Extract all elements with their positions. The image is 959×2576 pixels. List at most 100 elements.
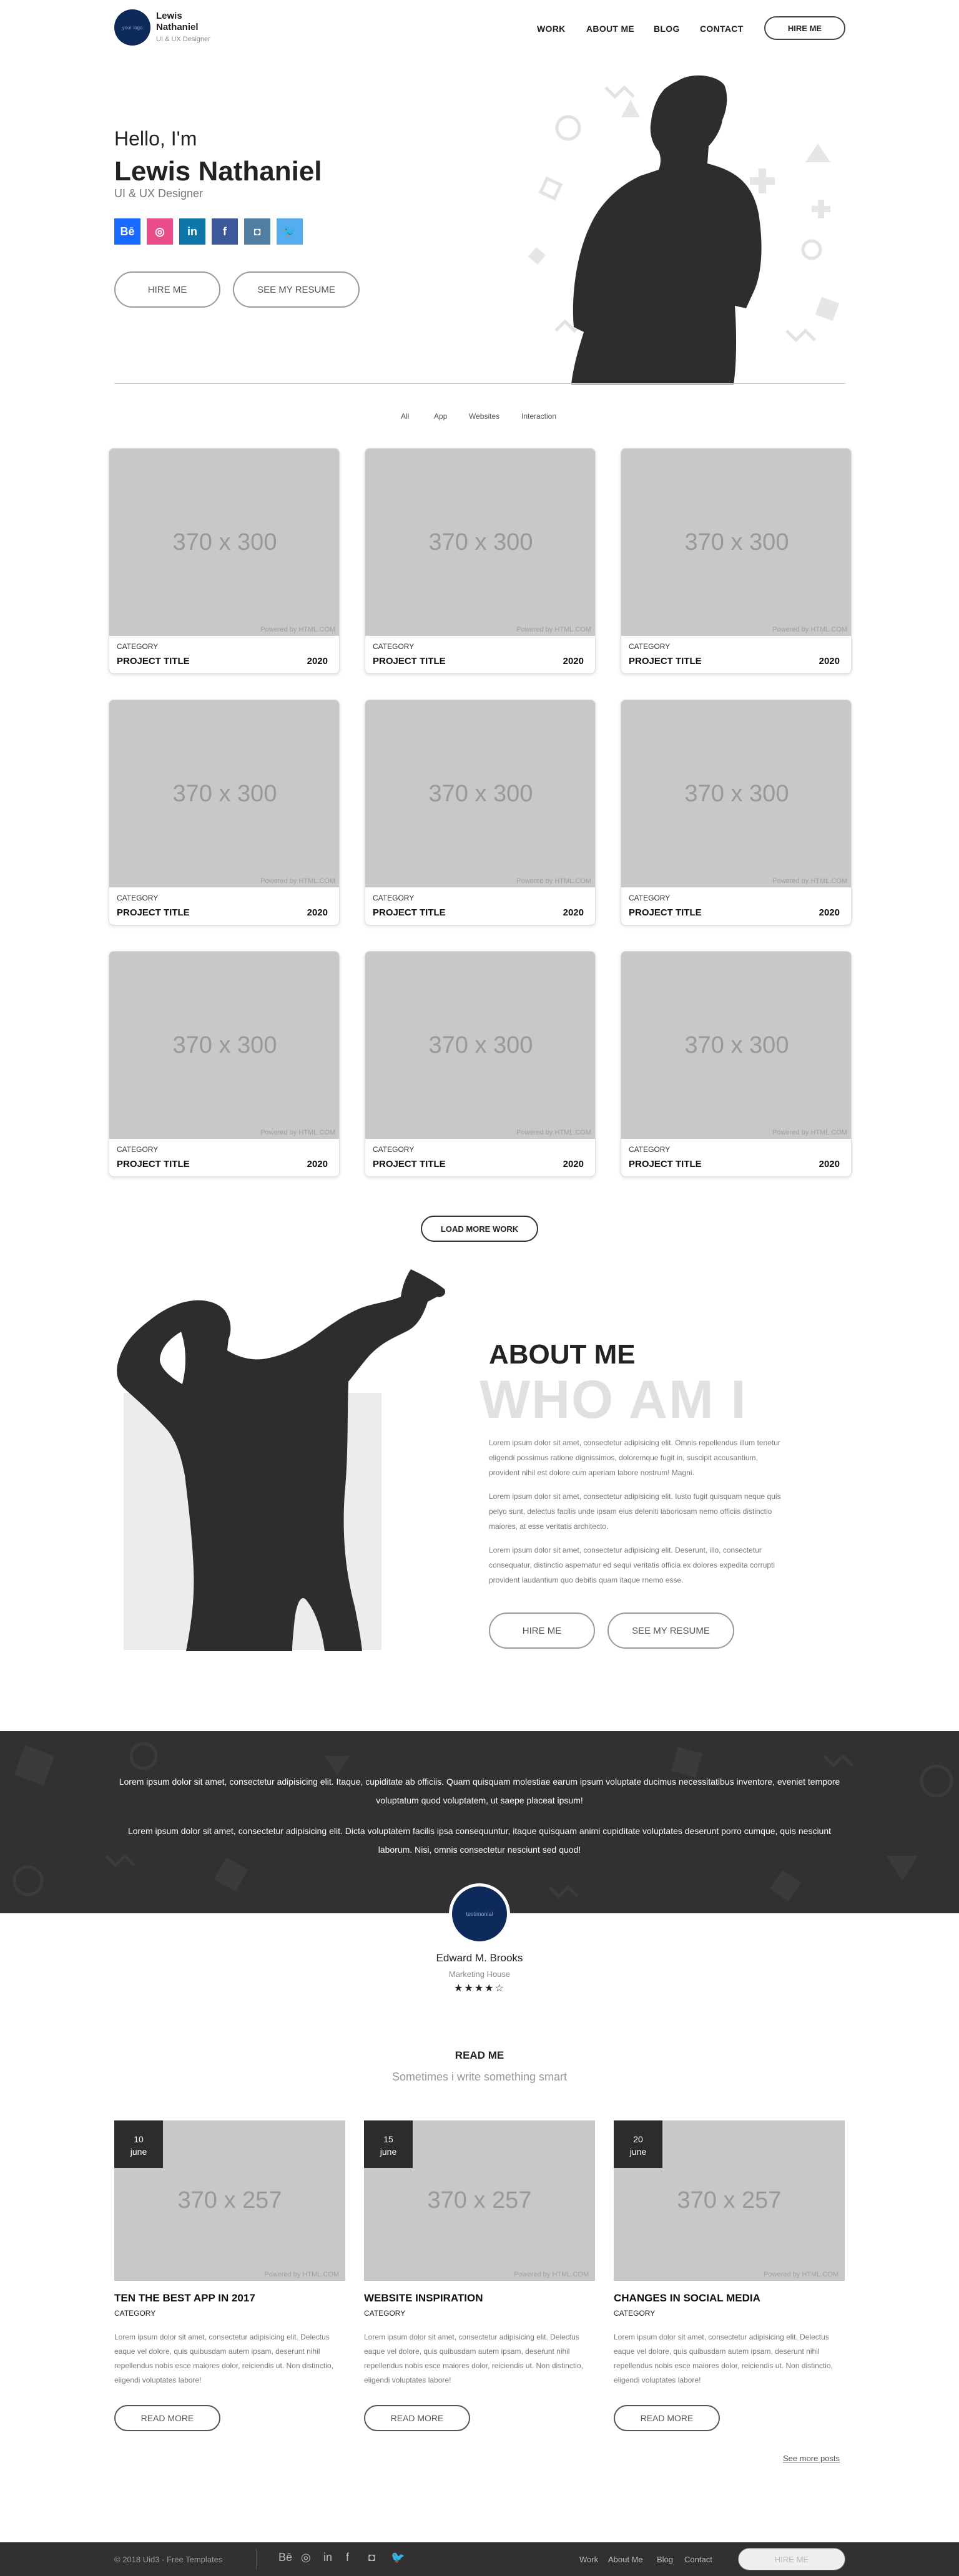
- dribbble-icon[interactable]: ◎: [301, 2551, 311, 2564]
- testimonial-quote: Lorem ipsum dolor sit amet, consectetur …: [127, 1826, 832, 1855]
- filter-interaction[interactable]: Interaction: [521, 412, 556, 421]
- project-category: CATEGORY: [373, 642, 415, 651]
- project-year: 2020: [307, 907, 328, 918]
- project-thumbnail: 370 x 300 Powered by HTML.COM: [365, 449, 595, 636]
- hero-role: UI & UX Designer: [114, 187, 204, 200]
- project-category: CATEGORY: [117, 642, 159, 651]
- filter-all[interactable]: All: [401, 412, 409, 421]
- project-category: CATEGORY: [373, 1145, 415, 1154]
- project-card[interactable]: 370 x 300 Powered by HTML.COM CATEGORY PROJ…: [365, 951, 596, 1177]
- blog-subtitle: Sometimes i write something smart: [391, 2071, 568, 2083]
- powered-by-watermark: Powered by HTML.COM: [260, 626, 335, 633]
- testimonial-author: Edward M. Brooks: [436, 1952, 523, 1964]
- placeholder-dimensions: 370 x 300: [428, 529, 533, 555]
- placeholder-dimensions: 370 x 300: [172, 1032, 277, 1058]
- testimonial-quote: Lorem ipsum dolor sit amet, consectetur …: [119, 1777, 840, 1805]
- nav-contact[interactable]: CONTACT: [700, 24, 744, 34]
- placeholder-dimensions: 370 x 300: [172, 780, 277, 807]
- instagram-icon[interactable]: ◘: [368, 2551, 375, 2564]
- powered-by-watermark: Powered by HTML.COM: [264, 2271, 339, 2278]
- project-card[interactable]: 370 x 300 Powered by HTML.COM CATEGORY PROJ…: [621, 700, 852, 925]
- project-title: PROJECT TITLE: [117, 907, 190, 918]
- project-category: CATEGORY: [629, 642, 671, 651]
- logo[interactable]: your logo: [114, 9, 150, 46]
- post-category: CATEGORY: [364, 2309, 406, 2318]
- blog-title: READ ME: [455, 2049, 504, 2061]
- linkedin-icon[interactable]: in: [179, 218, 205, 245]
- hero-name: Lewis Nathaniel: [114, 156, 322, 187]
- project-year: 2020: [563, 907, 584, 918]
- about-watermark: WHO AM I: [480, 1370, 747, 1430]
- logo-text: your logo: [122, 24, 143, 31]
- behance-icon[interactable]: Bē: [114, 218, 140, 245]
- placeholder-dimensions: 370 x 300: [172, 529, 277, 555]
- read-more-button[interactable]: READ MORE: [114, 2405, 220, 2431]
- project-card[interactable]: 370 x 300 Powered by HTML.COM CATEGORY PROJ…: [621, 951, 852, 1177]
- blog-post-card: 370 x 257 Powered by HTML.COM 20 june CHANGE…: [614, 2120, 845, 2432]
- facebook-icon[interactable]: f: [346, 2551, 349, 2564]
- project-year: 2020: [563, 656, 584, 666]
- facebook-icon[interactable]: f: [212, 218, 238, 245]
- project-thumbnail: 370 x 300 Powered by HTML.COM: [621, 449, 851, 636]
- post-excerpt: Lorem ipsum dolor sit amet, consectetur …: [114, 2333, 333, 2384]
- nav-about[interactable]: ABOUT ME: [586, 24, 634, 34]
- linkedin-icon[interactable]: in: [323, 2551, 332, 2564]
- blog-thumbnail[interactable]: 370 x 257 Powered by HTML.COM 15 june: [364, 2120, 595, 2281]
- rating-stars: ★★★★☆: [454, 1983, 505, 1994]
- project-thumbnail: 370 x 300 Powered by HTML.COM: [365, 700, 595, 887]
- see-more-posts-link[interactable]: See more posts: [783, 2454, 840, 2463]
- footer-link-about[interactable]: About Me: [608, 2555, 643, 2564]
- testimonial-company: Marketing House: [448, 1969, 511, 1979]
- placeholder-dimensions: 370 x 300: [684, 780, 789, 807]
- project-card[interactable]: 370 x 300 Powered by HTML.COM CATEGORY PROJ…: [621, 448, 852, 674]
- filter-websites[interactable]: Websites: [469, 412, 499, 421]
- hero-hire-button[interactable]: HIRE ME: [114, 271, 220, 308]
- project-title: PROJECT TITLE: [117, 656, 190, 666]
- post-excerpt: Lorem ipsum dolor sit amet, consectetur …: [364, 2333, 583, 2384]
- footer-link-contact[interactable]: Contact: [684, 2555, 712, 2564]
- blog-thumbnail[interactable]: 370 x 257 Powered by HTML.COM 20 june: [614, 2120, 845, 2281]
- footer-link-blog[interactable]: Blog: [657, 2555, 673, 2564]
- dribbble-icon[interactable]: ◎: [147, 218, 173, 245]
- project-category: CATEGORY: [117, 894, 159, 902]
- about-resume-button[interactable]: SEE MY RESUME: [607, 1612, 734, 1649]
- post-category: CATEGORY: [114, 2309, 156, 2318]
- hero-resume-button[interactable]: SEE MY RESUME: [233, 271, 360, 308]
- post-title[interactable]: CHANGES IN SOCIAL MEDIA: [614, 2292, 760, 2305]
- footer-link-work[interactable]: Work: [579, 2555, 598, 2564]
- post-title[interactable]: TEN THE BEST APP IN 2017: [114, 2292, 255, 2305]
- post-category: CATEGORY: [614, 2309, 656, 2318]
- twitter-icon[interactable]: 🐦: [277, 218, 303, 245]
- placeholder-dimensions: 370 x 300: [684, 529, 789, 555]
- about-hire-button[interactable]: HIRE ME: [489, 1612, 595, 1649]
- powered-by-watermark: Powered by HTML.COM: [514, 2271, 589, 2278]
- project-thumbnail: 370 x 300 Powered by HTML.COM: [621, 700, 851, 887]
- placeholder-dimensions: 370 x 300: [428, 780, 533, 807]
- load-more-button[interactable]: LOAD MORE WORK: [421, 1216, 538, 1242]
- blog-thumbnail[interactable]: 370 x 257 Powered by HTML.COM 10 june: [114, 2120, 345, 2281]
- header-hire-button[interactable]: HIRE ME: [764, 16, 845, 40]
- footer-hire-button[interactable]: HIRE ME: [738, 2548, 845, 2570]
- twitter-icon[interactable]: 🐦: [391, 2551, 405, 2564]
- nav-work[interactable]: WORK: [537, 24, 566, 34]
- project-card[interactable]: 370 x 300 Powered by HTML.COM CATEGORY PROJ…: [365, 700, 596, 925]
- post-date-badge: 15 june: [364, 2120, 413, 2168]
- project-card[interactable]: 370 x 300 Powered by HTML.COM CATEGORY PROJ…: [365, 448, 596, 674]
- nav-blog[interactable]: BLOG: [654, 24, 680, 34]
- behance-icon[interactable]: Bē: [278, 2551, 292, 2564]
- project-year: 2020: [819, 656, 840, 666]
- filter-app[interactable]: App: [434, 412, 447, 421]
- instagram-icon[interactable]: ◘: [244, 218, 270, 245]
- project-title: PROJECT TITLE: [629, 1159, 702, 1169]
- project-card[interactable]: 370 x 300 Powered by HTML.COM CATEGORY PROJ…: [109, 700, 340, 925]
- project-card[interactable]: 370 x 300 Powered by HTML.COM CATEGORY PROJ…: [109, 951, 340, 1177]
- footer-copyright: © 2018 Uid3 - Free Templates: [114, 2555, 223, 2564]
- read-more-button[interactable]: READ MORE: [364, 2405, 470, 2431]
- project-card[interactable]: 370 x 300 Powered by HTML.COM CATEGORY PROJ…: [109, 448, 340, 674]
- hero-divider: [114, 383, 845, 384]
- post-title[interactable]: WEBSITE INSPIRATION: [364, 2292, 483, 2305]
- site-name: Lewis Nathaniel: [156, 11, 199, 32]
- read-more-button[interactable]: READ MORE: [614, 2405, 720, 2431]
- project-category: CATEGORY: [629, 1145, 671, 1154]
- powered-by-watermark: Powered by HTML.COM: [772, 626, 847, 633]
